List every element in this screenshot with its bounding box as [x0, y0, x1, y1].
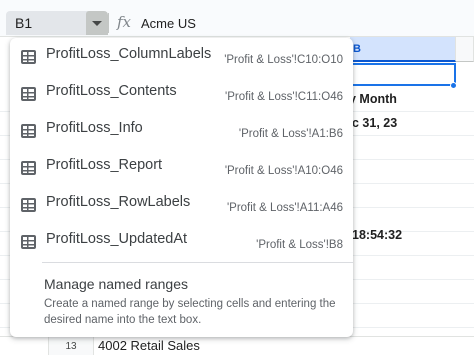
named-range-name: ProfitLoss_Contents: [46, 83, 177, 99]
row-header[interactable]: 13: [48, 337, 94, 355]
table-icon: [21, 235, 36, 249]
named-range-reference: 'Profit & Loss'!C10:O10: [224, 54, 343, 66]
name-box[interactable]: B1: [6, 11, 108, 35]
manage-named-ranges-button[interactable]: Manage named ranges: [44, 276, 188, 292]
named-range-item[interactable]: ProfitLoss_ColumnLabels 'Profit & Loss'!…: [10, 38, 353, 75]
cell-text[interactable]: 4002 Retail Sales: [98, 338, 200, 353]
named-range-reference: 'Profit & Loss'!A10:O46: [224, 165, 343, 177]
formula-input[interactable]: Acme US: [141, 16, 196, 31]
table-icon: [21, 87, 36, 101]
fx-icon: fx: [117, 13, 132, 31]
table-icon: [21, 124, 36, 138]
fill-handle[interactable]: [450, 82, 457, 89]
cell-text[interactable]: y Month: [349, 92, 397, 106]
menu-divider: [42, 262, 353, 263]
named-range-reference: 'Profit & Loss'!A1:B6: [238, 128, 343, 140]
manage-named-ranges-description: Create a named range by selecting cells …: [44, 298, 336, 326]
name-box-input[interactable]: B1: [15, 15, 32, 31]
named-range-item[interactable]: ProfitLoss_Contents 'Profit & Loss'!C11:…: [10, 75, 353, 112]
named-range-item[interactable]: ProfitLoss_Info 'Profit & Loss'!A1:B6: [10, 112, 353, 149]
named-range-name: ProfitLoss_RowLabels: [46, 194, 191, 210]
selected-cell-outline: [350, 63, 456, 86]
named-range-name: ProfitLoss_ColumnLabels: [46, 46, 212, 62]
cell-text[interactable]: 18:54:32: [352, 228, 402, 242]
column-header-selected[interactable]: B: [350, 37, 456, 62]
table-icon: [21, 50, 36, 64]
named-range-reference: 'Profit & Loss'!C11:O46: [225, 91, 343, 103]
named-range-name: ProfitLoss_UpdatedAt: [46, 231, 188, 247]
named-range-name: ProfitLoss_Report: [46, 157, 163, 173]
column-header-c[interactable]: [456, 37, 474, 62]
named-range-item[interactable]: ProfitLoss_RowLabels 'Profit & Loss'!A11…: [10, 186, 353, 223]
named-range-item[interactable]: ProfitLoss_Report 'Profit & Loss'!A10:O4…: [10, 149, 353, 186]
formula-bar: B1 fx Acme US: [0, 0, 474, 37]
table-icon: [21, 161, 36, 175]
named-range-reference: 'Profit & Loss'!A11:A46: [226, 202, 343, 214]
named-range-name: ProfitLoss_Info: [46, 120, 143, 136]
named-ranges-dropdown: ProfitLoss_ColumnLabels 'Profit & Loss'!…: [10, 38, 353, 337]
chevron-down-icon[interactable]: [86, 11, 108, 35]
table-row[interactable]: 13 4002 Retail Sales: [0, 336, 474, 355]
table-icon: [21, 198, 36, 212]
named-range-item[interactable]: ProfitLoss_UpdatedAt 'Profit & Loss'!B8: [10, 223, 353, 260]
divider: [108, 13, 109, 33]
named-range-reference: 'Profit & Loss'!B8: [256, 239, 343, 251]
cell-text[interactable]: c 31, 23: [352, 116, 397, 130]
